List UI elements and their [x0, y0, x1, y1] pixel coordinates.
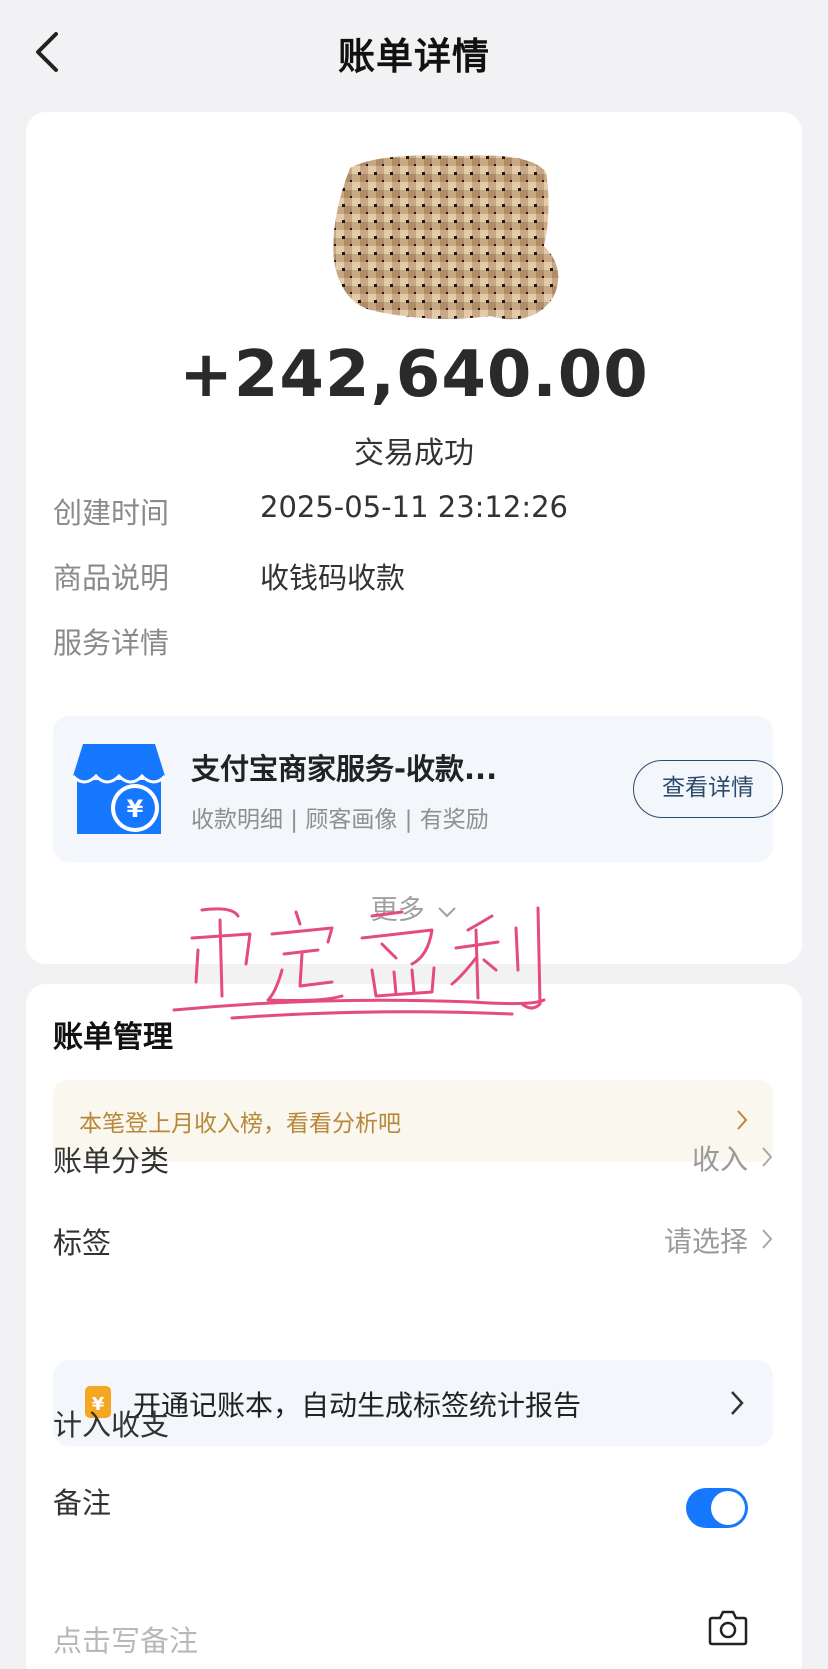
- view-details-button[interactable]: 查看详情: [633, 760, 783, 818]
- transaction-status: 交易成功: [354, 436, 474, 471]
- chevron-right-icon: [737, 1110, 748, 1130]
- service-details-label: 服务详情: [53, 626, 170, 660]
- toggle-knob: [711, 1491, 745, 1525]
- shop-yuan-icon: ¥: [71, 744, 167, 834]
- income-rank-text: 本笔登上月收入榜，看看分析吧: [79, 1111, 401, 1137]
- section-title: 账单管理: [53, 1020, 173, 1055]
- include-in-stats-toggle[interactable]: [686, 1488, 748, 1528]
- note-label: 备注: [53, 1486, 112, 1520]
- include-in-stats-label: 计入收支: [53, 1408, 170, 1442]
- top-bar: 账单详情: [0, 0, 828, 104]
- tag-select[interactable]: 请选择: [664, 1220, 748, 1260]
- svg-text:¥: ¥: [127, 795, 144, 823]
- bill-management-card: 账单管理 本笔登上月收入榜，看看分析吧 账单分类 收入 标签 请选择 ¥ 开通记…: [26, 984, 802, 1669]
- transaction-card: +242,640.00 交易成功 创建时间 2025-05-11 23:12:2…: [26, 112, 802, 964]
- bill-category-label: 账单分类: [53, 1144, 170, 1178]
- chevron-right-icon: [762, 1229, 773, 1249]
- service-subtitle: 收款明细 | 顾客画像 | 有奖励: [191, 807, 489, 833]
- note-input[interactable]: 点击写备注: [53, 1618, 198, 1660]
- created-time-value: 2025-05-11 23:12:26: [260, 490, 568, 524]
- bill-category-value[interactable]: 收入: [692, 1138, 748, 1178]
- page-title: 账单详情: [338, 35, 490, 78]
- tag-label: 标签: [53, 1226, 112, 1260]
- ledger-promo-text: 开通记账本，自动生成标签统计报告: [133, 1389, 582, 1422]
- merchant-service-card[interactable]: ¥ 支付宝商家服务-收款... 收款明细 | 顾客画像 | 有奖励 查看详情: [53, 716, 783, 862]
- chevron-right-icon: [762, 1147, 773, 1167]
- chevron-right-icon: [731, 1391, 744, 1415]
- service-title: 支付宝商家服务-收款...: [191, 752, 498, 786]
- redacted-avatar: [333, 155, 559, 320]
- product-desc-value: 收钱码收款: [260, 561, 406, 595]
- handwritten-signature: [172, 906, 546, 1020]
- product-desc-label: 商品说明: [53, 561, 170, 595]
- amount: +242,640.00: [179, 338, 649, 412]
- camera-icon[interactable]: [708, 1608, 748, 1646]
- created-time-label: 创建时间: [53, 496, 170, 530]
